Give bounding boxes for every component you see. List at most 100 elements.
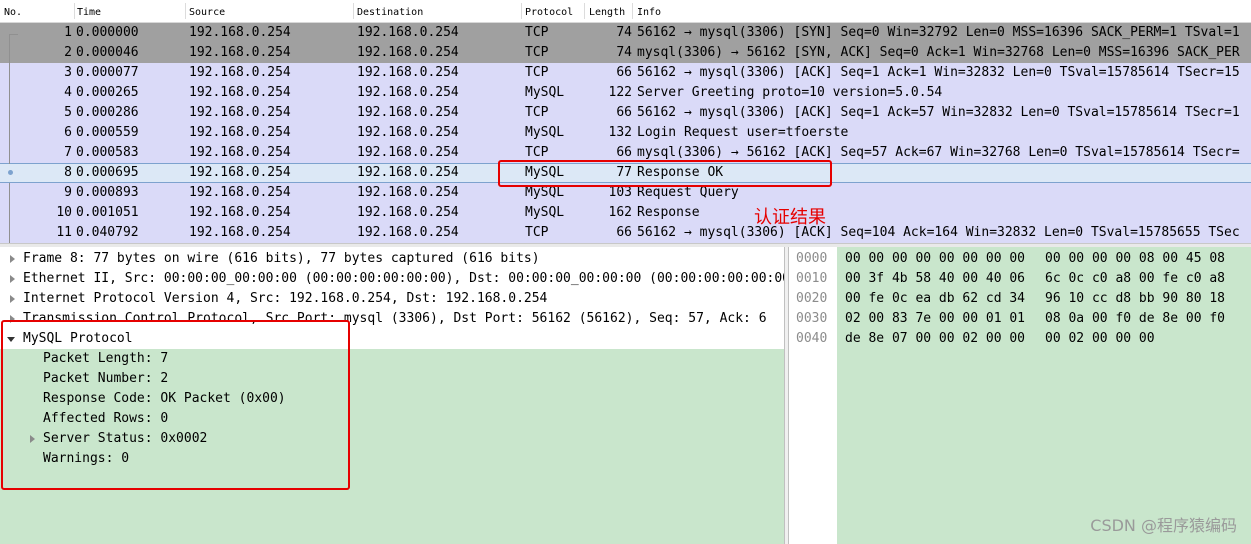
packet-destination: 192.168.0.254 xyxy=(357,85,459,100)
packet-protocol: MySQL xyxy=(525,205,565,220)
packet-length: 122 xyxy=(608,85,632,100)
packet-source: 192.168.0.254 xyxy=(189,165,291,180)
column-divider[interactable] xyxy=(74,3,75,19)
packet-time: 0.000077 xyxy=(76,65,139,80)
tree-item-ethernet[interactable]: Ethernet II, Src: 00:00:00_00:00:00 (00:… xyxy=(0,269,784,289)
bytes-hex: 96 10 cc d8 bb 90 80 18 xyxy=(1045,291,1226,306)
packet-info: Server Greeting proto=10 version=5.0.54 xyxy=(637,85,943,100)
bytes-offset: 0020 xyxy=(796,291,828,306)
packet-source: 192.168.0.254 xyxy=(189,105,291,120)
packet-row[interactable]: 5 0.000286 192.168.0.254 192.168.0.254 T… xyxy=(0,103,1251,123)
packet-destination: 192.168.0.254 xyxy=(357,125,459,140)
packet-list-pane[interactable]: No. Time Source Destination Protocol Len… xyxy=(0,0,1251,243)
packet-row[interactable]: 11 0.040792 192.168.0.254 192.168.0.254 … xyxy=(0,223,1251,243)
highlight-box-response-ok xyxy=(498,160,832,187)
packet-protocol: TCP xyxy=(525,45,549,60)
packet-source: 192.168.0.254 xyxy=(189,145,291,160)
packet-no: 9 xyxy=(64,185,72,200)
packet-time: 0.000893 xyxy=(76,185,139,200)
packet-destination: 192.168.0.254 xyxy=(357,225,459,240)
tree-item-label: Frame 8: 77 bytes on wire (616 bits), 77… xyxy=(23,251,540,266)
packet-time: 0.040792 xyxy=(76,225,139,240)
bytes-row[interactable]: 0010 00 3f 4b 58 40 00 40 06 6c 0c c0 a8… xyxy=(789,269,1251,289)
packet-row[interactable]: 6 0.000559 192.168.0.254 192.168.0.254 M… xyxy=(0,123,1251,143)
column-divider[interactable] xyxy=(632,3,633,19)
packet-destination: 192.168.0.254 xyxy=(357,205,459,220)
packet-destination: 192.168.0.254 xyxy=(357,185,459,200)
expand-arrow-icon[interactable] xyxy=(10,295,15,303)
column-header-protocol[interactable]: Protocol xyxy=(525,0,573,22)
packet-length: 74 xyxy=(616,25,632,40)
packet-time: 0.000583 xyxy=(76,145,139,160)
packet-source: 192.168.0.254 xyxy=(189,25,291,40)
conversation-bracket xyxy=(9,183,18,243)
packet-row[interactable]: 1 0.000000 192.168.0.254 192.168.0.254 T… xyxy=(0,23,1251,43)
column-divider[interactable] xyxy=(185,3,186,19)
bytes-row[interactable]: 0030 02 00 83 7e 00 00 01 01 08 0a 00 f0… xyxy=(789,309,1251,329)
packet-time: 0.000000 xyxy=(76,25,139,40)
packet-no: 7 xyxy=(64,145,72,160)
bytes-row[interactable]: 0020 00 fe 0c ea db 62 cd 34 96 10 cc d8… xyxy=(789,289,1251,309)
tree-item-label: Internet Protocol Version 4, Src: 192.16… xyxy=(23,291,548,306)
packet-length: 66 xyxy=(616,225,632,240)
packet-time: 0.000286 xyxy=(76,105,139,120)
packet-source: 192.168.0.254 xyxy=(189,125,291,140)
tree-item-frame[interactable]: Frame 8: 77 bytes on wire (616 bits), 77… xyxy=(0,249,784,269)
packet-row[interactable]: 10 0.001051 192.168.0.254 192.168.0.254 … xyxy=(0,203,1251,223)
packet-no: 4 xyxy=(64,85,72,100)
bytes-row[interactable]: 0040 de 8e 07 00 00 02 00 00 00 02 00 00… xyxy=(789,329,1251,349)
packet-protocol: TCP xyxy=(525,25,549,40)
column-divider[interactable] xyxy=(521,3,522,19)
selected-marker-icon xyxy=(8,170,13,175)
bytes-offset: 0000 xyxy=(796,251,828,266)
bytes-offset: 0010 xyxy=(796,271,828,286)
packet-info: Login Request user=tfoerste xyxy=(637,125,849,140)
bytes-hex: 00 3f 4b 58 40 00 40 06 xyxy=(845,271,1026,286)
packet-source: 192.168.0.254 xyxy=(189,85,291,100)
tree-item-ipv4[interactable]: Internet Protocol Version 4, Src: 192.16… xyxy=(0,289,784,309)
bytes-offset: 0040 xyxy=(796,331,828,346)
packet-protocol: TCP xyxy=(525,105,549,120)
packet-bytes-pane[interactable]: 0000 00 00 00 00 00 00 00 00 00 00 00 00… xyxy=(789,247,1251,544)
packet-length: 66 xyxy=(616,65,632,80)
conversation-bracket xyxy=(9,34,18,164)
bytes-hex: 02 00 83 7e 00 00 01 01 xyxy=(845,311,1026,326)
packet-info: Response xyxy=(637,205,700,220)
packet-protocol: MySQL xyxy=(525,85,565,100)
packet-destination: 192.168.0.254 xyxy=(357,25,459,40)
packet-length: 74 xyxy=(616,45,632,60)
bytes-hex: 00 00 00 00 00 00 00 00 xyxy=(845,251,1026,266)
packet-list-header: No. Time Source Destination Protocol Len… xyxy=(0,0,1251,23)
packet-no: 3 xyxy=(64,65,72,80)
expand-arrow-icon[interactable] xyxy=(10,255,15,263)
packet-info: 56162 → mysql(3306) [ACK] Seq=1 Ack=1 Wi… xyxy=(637,65,1240,80)
packet-source: 192.168.0.254 xyxy=(189,45,291,60)
packet-no: 6 xyxy=(64,125,72,140)
bytes-row[interactable]: 0000 00 00 00 00 00 00 00 00 00 00 00 00… xyxy=(789,249,1251,269)
packet-row[interactable]: 3 0.000077 192.168.0.254 192.168.0.254 T… xyxy=(0,63,1251,83)
packet-no: 5 xyxy=(64,105,72,120)
column-header-source[interactable]: Source xyxy=(189,0,225,22)
packet-no: 11 xyxy=(56,225,72,240)
column-header-info[interactable]: Info xyxy=(637,0,661,22)
column-divider[interactable] xyxy=(584,3,585,19)
packet-time: 0.000046 xyxy=(76,45,139,60)
packet-info: 56162 → mysql(3306) [SYN] Seq=0 Win=3279… xyxy=(637,25,1240,40)
watermark: CSDN @程序猿编码 xyxy=(1090,516,1237,535)
packet-row[interactable]: 4 0.000265 192.168.0.254 192.168.0.254 M… xyxy=(0,83,1251,103)
tree-item-label: Ethernet II, Src: 00:00:00_00:00:00 (00:… xyxy=(23,271,784,286)
expand-arrow-icon[interactable] xyxy=(10,275,15,283)
packet-time: 0.001051 xyxy=(76,205,139,220)
column-header-destination[interactable]: Destination xyxy=(357,0,423,22)
highlight-box-mysql-protocol xyxy=(1,320,350,490)
bytes-hex: de 8e 07 00 00 02 00 00 xyxy=(845,331,1026,346)
column-header-length[interactable]: Length xyxy=(589,0,625,22)
column-divider[interactable] xyxy=(353,3,354,19)
packet-row[interactable]: 2 0.000046 192.168.0.254 192.168.0.254 T… xyxy=(0,43,1251,63)
packet-no: 1 xyxy=(64,25,72,40)
column-header-time[interactable]: Time xyxy=(77,0,101,22)
bytes-offset: 0030 xyxy=(796,311,828,326)
column-header-no[interactable]: No. xyxy=(4,0,22,22)
packet-time: 0.000265 xyxy=(76,85,139,100)
bytes-hex: 6c 0c c0 a8 00 fe c0 a8 xyxy=(1045,271,1226,286)
